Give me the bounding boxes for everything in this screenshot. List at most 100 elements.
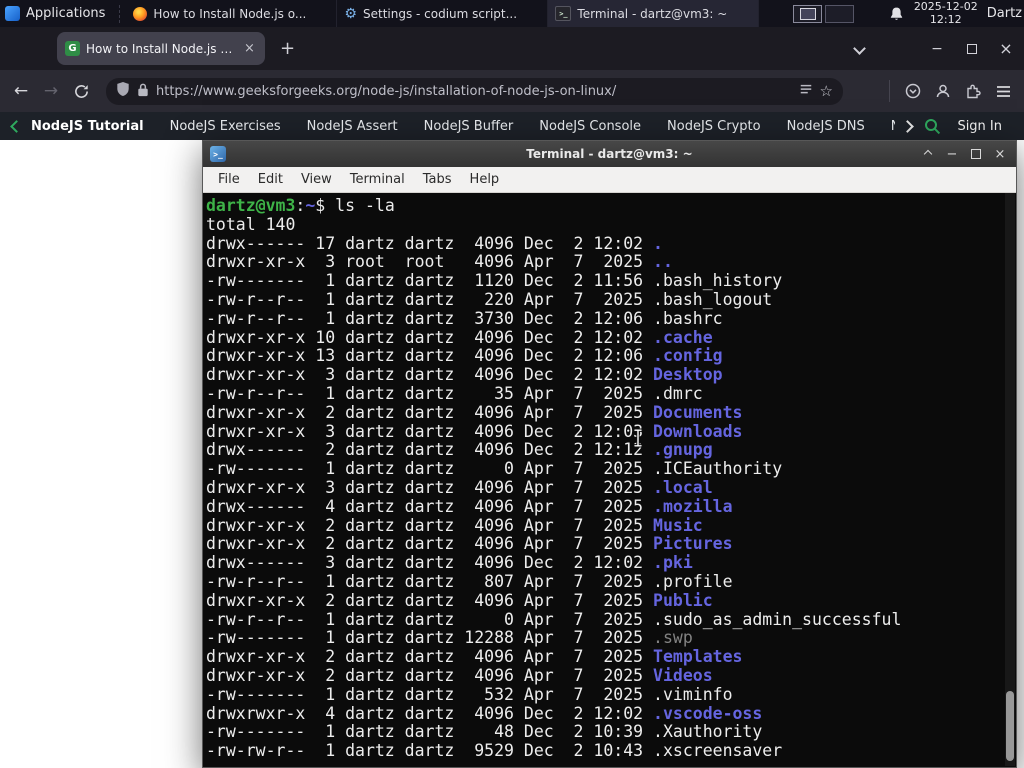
- panel-clock[interactable]: 2025-12-02 12:12: [914, 0, 978, 26]
- listing-name: Music: [653, 515, 703, 535]
- listing-name: ..: [653, 252, 673, 272]
- taskbar-window-gear[interactable]: ⚙ Settings - codium script...: [337, 0, 549, 27]
- browser-maximize-button[interactable]: [959, 27, 985, 70]
- taskbar-window-firefox[interactable]: How to Install Node.js o...: [126, 0, 338, 27]
- nav-link-nodejs-dns[interactable]: NodeJS DNS: [787, 119, 865, 134]
- prompt-command: ls -la: [335, 196, 395, 215]
- taskbar: How to Install Node.js o... ⚙ Settings - c…: [126, 0, 760, 27]
- workspace-1[interactable]: [793, 4, 823, 23]
- browser-close-button[interactable]: ×: [993, 27, 1019, 70]
- top-panel: Applications How to Install Node.js o...…: [0, 0, 1024, 27]
- forward-button[interactable]: →: [36, 76, 66, 106]
- menu-file[interactable]: File: [209, 169, 249, 190]
- listing-columns: -rw------- 1 dartz dartz 48 Dec 2 10:39: [206, 722, 654, 742]
- prompt-path: ~: [305, 196, 316, 215]
- menu-icon[interactable]: [988, 76, 1018, 106]
- clock-time: 12:12: [929, 12, 962, 26]
- url-bar[interactable]: https://www.geeksforgeeks.org/node-js/in…: [106, 77, 843, 105]
- workspace-switcher[interactable]: [793, 4, 855, 23]
- pocket-icon[interactable]: [898, 76, 928, 106]
- terminal-icon: >_: [555, 6, 572, 21]
- nav-link-nodejs-exercises[interactable]: NodeJS Exercises: [170, 119, 281, 134]
- terminal-listing-line: drwxr-xr-x 2 dartz dartz 4096 Apr 7 2025…: [206, 515, 1004, 536]
- bookmark-star-icon[interactable]: ☆: [820, 82, 833, 100]
- listing-name: .gnupg: [653, 440, 713, 460]
- taskbar-window-title: Settings - codium script...: [362, 6, 518, 21]
- list-all-tabs-icon[interactable]: [846, 27, 872, 70]
- nav-scroll-right-icon[interactable]: [901, 119, 915, 133]
- extensions-icon[interactable]: [958, 76, 988, 106]
- listing-columns: drwxr-xr-x 10 dartz dartz 4096 Dec 2 12:…: [206, 327, 654, 347]
- listing-columns: drwxr-xr-x 2 dartz dartz 4096 Apr 7 2025: [206, 515, 654, 535]
- menu-help[interactable]: Help: [461, 169, 509, 190]
- listing-columns: drwxr-xr-x 3 root root 4096 Apr 7 2025: [206, 252, 654, 272]
- scrollbar-thumb[interactable]: [1006, 691, 1014, 761]
- nav-link-node[interactable]: Node: [891, 119, 896, 134]
- terminal-scrollbar[interactable]: [1005, 193, 1015, 766]
- terminal-listing-line: -rw------- 1 dartz dartz 12288 Apr 7 202…: [206, 628, 1004, 648]
- nav-link-nodejs-buffer[interactable]: NodeJS Buffer: [424, 119, 514, 134]
- reader-mode-icon[interactable]: [799, 82, 813, 101]
- terminal-listing-line: -rw------- 1 dartz dartz 48 Dec 2 10:39 …: [206, 722, 1004, 742]
- menu-view[interactable]: View: [292, 169, 341, 190]
- listing-columns: drwxr-xr-x 2 dartz dartz 4096 Apr 7 2025: [206, 402, 654, 422]
- desktop: Applications How to Install Node.js o...…: [0, 0, 1024, 768]
- listing-name: .dmrc: [653, 383, 703, 403]
- taskbar-window-terminal[interactable]: >_ Terminal - dartz@vm3: ~: [548, 0, 760, 27]
- terminal-output[interactable]: dartz@vm3:~$ ls -la total 140 drwx------ 1…: [203, 193, 1016, 767]
- listing-columns: drwxr-xr-x 2 dartz dartz 4096 Apr 7 2025: [206, 534, 654, 554]
- tab-title: How to Install Node.js on...: [86, 41, 236, 56]
- terminal-maximize-button[interactable]: [969, 149, 983, 159]
- prompt-user-host: dartz@vm3: [206, 196, 296, 215]
- listing-columns: drwxrwxr-x 4 dartz dartz 4096 Dec 2 12:0…: [206, 703, 654, 723]
- lock-icon[interactable]: [137, 82, 149, 101]
- listing-columns: drwx------ 2 dartz dartz 4096 Dec 2 12:1…: [206, 440, 654, 460]
- workspace-2[interactable]: [825, 4, 855, 23]
- reload-button[interactable]: [66, 76, 96, 106]
- terminal-listing-line: drwxr-xr-x 3 root root 4096 Apr 7 2025 .…: [206, 252, 1004, 272]
- nav-link-nodejs-console[interactable]: NodeJS Console: [539, 119, 641, 134]
- menu-tabs[interactable]: Tabs: [414, 169, 461, 190]
- new-tab-button[interactable]: +: [274, 35, 301, 62]
- browser-tab[interactable]: G How to Install Node.js on... ×: [57, 32, 265, 65]
- listing-columns: drwxr-xr-x 3 dartz dartz 4096 Apr 7 2025: [206, 477, 654, 497]
- tracking-shield-icon[interactable]: [116, 81, 130, 101]
- terminal-listing-line: drwxr-xr-x 10 dartz dartz 4096 Dec 2 12:…: [206, 327, 1004, 348]
- back-button[interactable]: ←: [6, 76, 36, 106]
- listing-columns: drwxr-xr-x 13 dartz dartz 4096 Dec 2 12:…: [206, 346, 654, 366]
- terminal-listing-line: drwxr-xr-x 2 dartz dartz 4096 Apr 7 2025…: [206, 534, 1004, 554]
- nav-scroll-left-icon[interactable]: [10, 119, 23, 133]
- listing-columns: drwxr-xr-x 3 dartz dartz 4096 Dec 2 12:0…: [206, 365, 654, 385]
- terminal-shade-button[interactable]: [921, 149, 935, 159]
- listing-columns: -rw-r--r-- 1 dartz dartz 807 Apr 7 2025: [206, 571, 654, 591]
- terminal-listing-line: -rw------- 1 dartz dartz 0 Apr 7 2025 .I…: [206, 459, 1004, 479]
- listing-name: Public: [653, 590, 713, 610]
- listing-name: .bash_logout: [653, 289, 773, 309]
- terminal-listing-line: -rw-r--r-- 1 dartz dartz 807 Apr 7 2025 …: [206, 571, 1004, 592]
- terminal-listing-line: drwxr-xr-x 3 dartz dartz 4096 Dec 2 12:0…: [206, 421, 1004, 442]
- browser-minimize-button[interactable]: −: [924, 27, 950, 70]
- menu-edit[interactable]: Edit: [249, 169, 292, 190]
- gfg-topic-nav: NodeJS Tutorial NodeJS Exercises NodeJS As…: [0, 112, 1024, 140]
- panel-separator: [119, 4, 121, 23]
- menu-terminal[interactable]: Terminal: [341, 169, 414, 190]
- notifications-bell-icon[interactable]: [889, 6, 904, 22]
- listing-name: .vscode-oss: [653, 703, 763, 723]
- listing-columns: -rw------- 1 dartz dartz 12288 Apr 7 202…: [206, 628, 654, 648]
- account-icon[interactable]: [928, 76, 958, 106]
- terminal-listing-line: drwxr-xr-x 2 dartz dartz 4096 Apr 7 2025…: [206, 590, 1004, 611]
- applications-menu[interactable]: Applications: [0, 0, 113, 27]
- nav-link-nodejs-tutorial[interactable]: NodeJS Tutorial: [31, 119, 144, 134]
- nav-link-nodejs-crypto[interactable]: NodeJS Crypto: [667, 119, 761, 134]
- terminal-titlebar[interactable]: >_ Terminal - dartz@vm3: ~ − ×: [203, 141, 1016, 167]
- search-icon[interactable]: [924, 118, 941, 135]
- firefox-icon: [133, 6, 148, 21]
- tab-close-icon[interactable]: ×: [242, 41, 257, 56]
- sign-in-button[interactable]: Sign In: [957, 119, 1002, 134]
- listing-columns: drwxr-xr-x 2 dartz dartz 4096 Apr 7 2025: [206, 665, 654, 685]
- terminal-minimize-button[interactable]: −: [945, 147, 959, 162]
- terminal-close-button[interactable]: ×: [993, 147, 1007, 162]
- terminal-menubar: File Edit View Terminal Tabs Help: [203, 167, 1016, 193]
- nav-link-nodejs-assert[interactable]: NodeJS Assert: [307, 119, 398, 134]
- listing-columns: drwxr-xr-x 3 dartz dartz 4096 Dec 2 12:0…: [206, 421, 654, 441]
